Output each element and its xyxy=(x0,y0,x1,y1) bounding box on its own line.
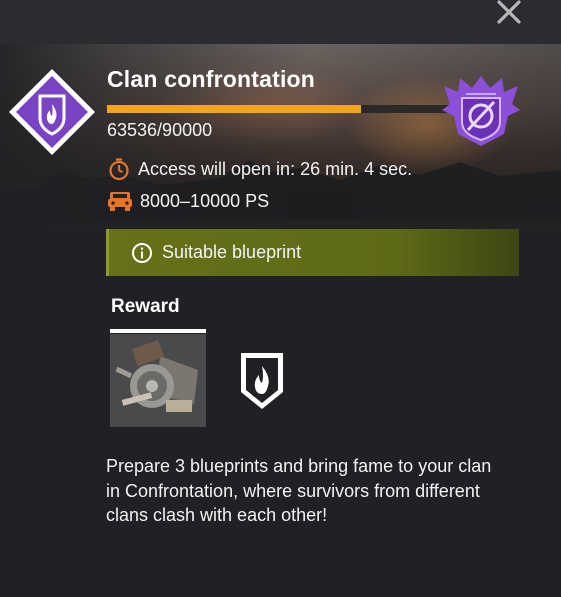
reward-item-parts[interactable] xyxy=(110,334,206,427)
event-description: Prepare 3 blueprints and bring fame to y… xyxy=(106,456,492,525)
close-icon xyxy=(497,0,521,24)
power-row: 8000–10000 PS xyxy=(107,190,269,212)
flame-shield-reward-icon[interactable] xyxy=(238,350,286,412)
stopwatch-icon xyxy=(109,158,129,181)
power-text: 8000–10000 PS xyxy=(140,190,270,211)
flame-shield-icon xyxy=(9,69,95,155)
progress-fill xyxy=(107,105,362,113)
suitable-label: Suitable blueprint xyxy=(162,242,302,262)
progress-bar xyxy=(107,105,467,113)
clan-emblem-icon xyxy=(442,76,520,146)
reward-tab[interactable]: Reward xyxy=(111,296,180,318)
access-row: Access will open in: 26 min. 4 sec. xyxy=(107,157,412,181)
top-bar xyxy=(0,0,561,44)
progress-text: 63536/90000 xyxy=(107,120,213,140)
suitable-blueprint-banner: Suitable blueprint xyxy=(106,229,519,276)
close-button[interactable] xyxy=(492,0,528,26)
reward-tab-underline xyxy=(110,329,206,333)
info-icon xyxy=(132,242,152,263)
car-icon xyxy=(108,192,132,211)
scrap-parts-icon xyxy=(110,334,206,427)
event-title: Clan confrontation xyxy=(107,66,316,92)
access-text: Access will open in: 26 min. 4 sec. xyxy=(138,158,413,179)
